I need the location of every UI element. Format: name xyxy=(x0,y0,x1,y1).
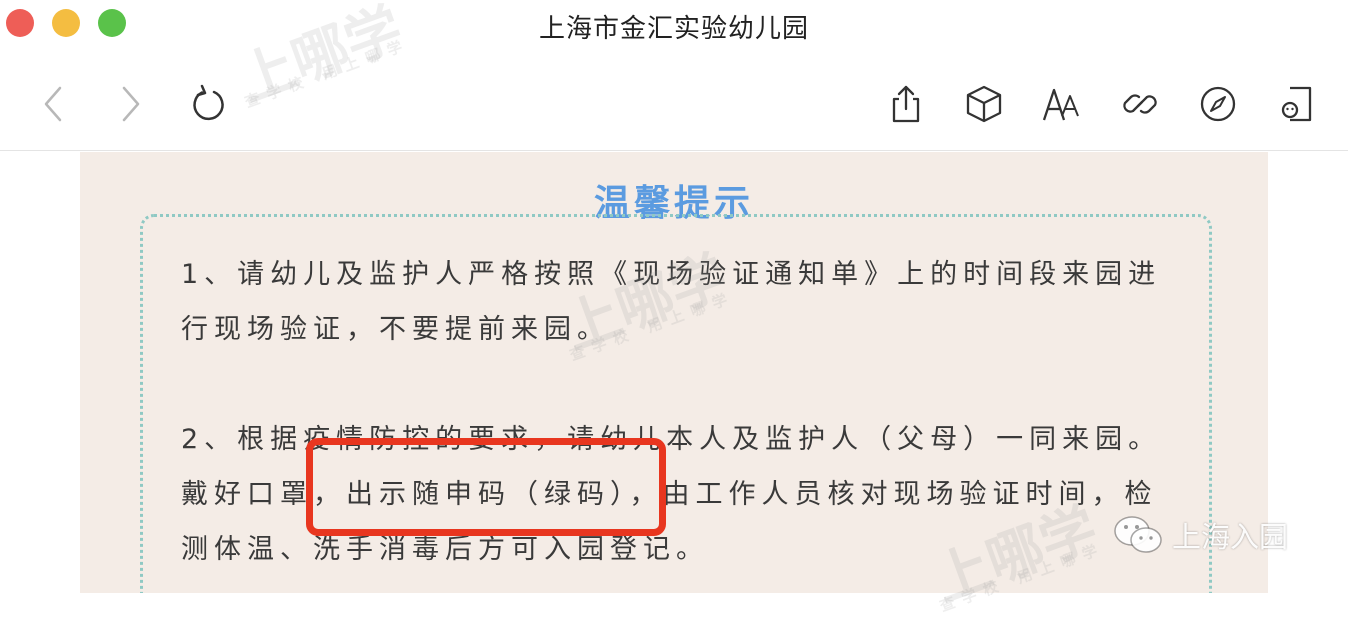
chevron-right-icon xyxy=(122,86,140,122)
share-icon xyxy=(892,85,920,123)
notice-paragraph-1: 1、请幼儿及监护人严格按照《现场验证通知单》上的时间段来园进行现场验证，不要提前… xyxy=(181,259,1162,345)
cube-button[interactable] xyxy=(962,82,1006,126)
compass-icon xyxy=(1200,86,1236,122)
brand-text: 上海入园 xyxy=(1172,520,1289,554)
link-icon xyxy=(1123,94,1157,114)
reader-button[interactable] xyxy=(1274,82,1318,126)
forward-button[interactable] xyxy=(108,82,152,126)
highlight-annotation xyxy=(306,438,666,536)
wechat-icon xyxy=(1114,516,1162,553)
browser-toolbar xyxy=(0,60,1348,151)
cube-icon xyxy=(966,85,1002,123)
article-content: 温馨提示 1、请幼儿及监护人严格按照《现场验证通知单》上的时间段来园进行现场验证… xyxy=(80,152,1268,593)
reload-button[interactable] xyxy=(186,82,230,126)
link-button[interactable] xyxy=(1118,82,1162,126)
brand-watermark: 上海入园 xyxy=(1112,512,1288,558)
reload-icon xyxy=(193,84,224,121)
chevron-left-icon xyxy=(44,86,62,122)
reader-icon xyxy=(1281,86,1312,122)
text-size-button[interactable] xyxy=(1040,82,1084,126)
notice-box: 1、请幼儿及监护人严格按照《现场验证通知单》上的时间段来园进行现场验证，不要提前… xyxy=(140,214,1212,593)
title-bar: 上海市金汇实验幼儿园 xyxy=(0,0,1348,52)
share-button[interactable] xyxy=(884,82,928,126)
compass-button[interactable] xyxy=(1196,82,1240,126)
text-size-icon xyxy=(1042,88,1079,121)
back-button[interactable] xyxy=(32,82,76,126)
window-title: 上海市金汇实验幼儿园 xyxy=(538,14,809,44)
